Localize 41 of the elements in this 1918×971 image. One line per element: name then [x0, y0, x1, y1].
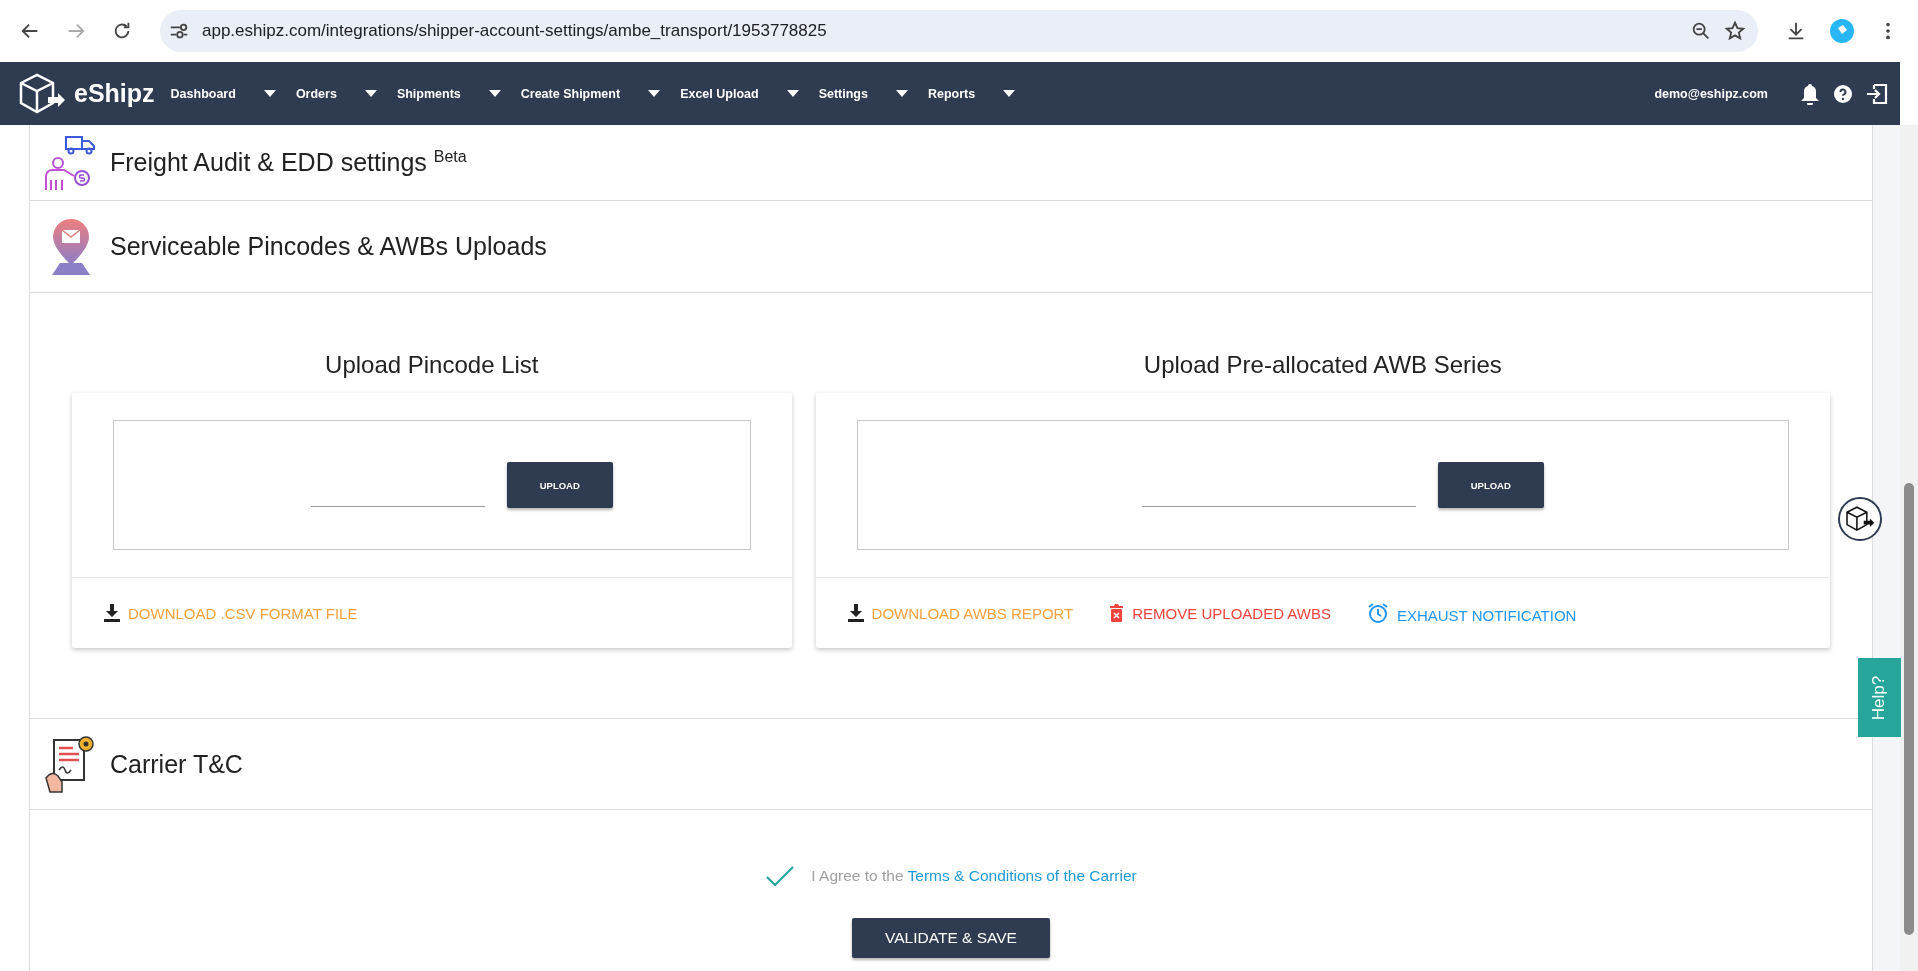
freight-audit-icon: [44, 133, 98, 192]
brand-name[interactable]: eShipz: [74, 79, 155, 108]
nav-menu-item[interactable]: Create Shipment: [520, 86, 679, 101]
section-title: Serviceable Pincodes & AWBs Uploads: [110, 232, 547, 261]
upload-heading: Upload Pincode List: [325, 351, 539, 379]
agree-checkbox[interactable]: [765, 864, 796, 888]
action-link[interactable]: REMOVE UPLOADED AWBS: [1109, 604, 1331, 622]
caret-icon[interactable]: [488, 90, 501, 97]
nav-menu-item[interactable]: Settings: [818, 86, 926, 101]
box-arrow-logo-icon: [1845, 506, 1875, 532]
box-arrow-logo-icon: [18, 72, 66, 115]
section-title: Carrier T&C: [110, 749, 243, 779]
caret-icon[interactable]: [364, 90, 377, 97]
logout-icon[interactable]: [1866, 82, 1888, 105]
help-icon[interactable]: [1834, 84, 1852, 103]
upload-button[interactable]: UPLOAD: [506, 462, 613, 508]
caret-icon[interactable]: [786, 90, 799, 97]
zoom-out-icon[interactable]: [1690, 20, 1712, 42]
download-icon: [847, 604, 864, 622]
nav-menu-item[interactable]: Reports: [927, 86, 1034, 101]
validate-save-button[interactable]: VALIDATE & SAVE: [852, 918, 1050, 958]
download-icon: [104, 604, 120, 622]
bell-icon[interactable]: [1800, 82, 1820, 105]
agreement-text: I Agree to the Terms & Conditions of the Carrier: [811, 867, 1137, 885]
section-title: Freight Audit & EDD settings $^{Beta}$: [110, 147, 467, 178]
user-email[interactable]: demo@eshipz.com: [1654, 86, 1768, 101]
caret-icon[interactable]: [895, 90, 908, 97]
caret-icon[interactable]: [1003, 90, 1016, 97]
nav-menu-item[interactable]: Shipments: [396, 86, 519, 101]
nav-menu-item[interactable]: Orders: [295, 86, 395, 101]
scrollbar[interactable]: [1900, 125, 1918, 971]
nav-menu-item[interactable]: Dashboard: [170, 86, 294, 101]
upload-heading: Upload Pre-allocated AWB Series: [1143, 351, 1502, 379]
trash-icon: [1109, 604, 1125, 622]
address-bar[interactable]: app.eshipz.com/integrations/shipper-account-settings/ambe_transport/1953778825: [160, 10, 1758, 52]
nav-menu-item[interactable]: Excel Upload: [680, 86, 817, 101]
upload-button[interactable]: UPLOAD: [1437, 462, 1544, 508]
star-icon[interactable]: [1724, 20, 1746, 42]
alarm-clock-icon: [1366, 602, 1389, 624]
caret-icon[interactable]: [648, 90, 661, 97]
caret-icon[interactable]: [263, 90, 276, 97]
